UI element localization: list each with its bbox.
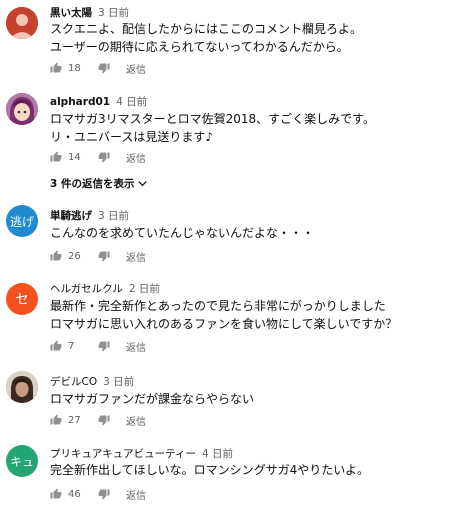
reply-button[interactable]: 返信 — [126, 150, 146, 165]
like-thumb-icon[interactable] — [50, 488, 62, 500]
author-name[interactable]: 単騎逃げ — [50, 210, 92, 222]
comment-text: ロマサガファンだが課金ならやらない — [50, 390, 254, 408]
avatar-initials: キュ — [9, 454, 34, 469]
view-replies-label: 3 件の返信を表示 — [50, 178, 135, 190]
comment-text: 最新作・完全新作とあったので見たら非常にがっかりしました ロマサガに思い入れのあ… — [50, 297, 397, 333]
avatar-initials: 逃げ — [9, 214, 34, 229]
reply-button[interactable]: 返信 — [126, 249, 146, 264]
like-thumb-icon[interactable] — [50, 62, 62, 74]
comment-text: ロマサガ3リマスターとロマ佐賀2018、すごく楽しみです。 リ・ユニバースは見送… — [50, 110, 375, 146]
dislike-thumb-icon[interactable] — [98, 414, 110, 426]
comment-text: スクエニよ、配信したからにはここのコメント欄見ろよ。 ユーザーの期待に応えられて… — [50, 20, 362, 56]
comment-actions: 14 返信 — [50, 149, 146, 165]
comment-actions: 26 返信 — [50, 248, 146, 264]
comment-header: ヘルガセルクル 2 日前 — [50, 281, 160, 296]
reply-button[interactable]: 返信 — [126, 339, 146, 354]
author-name[interactable]: alphard01 — [50, 96, 110, 108]
comment-line: 最新作・完全新作とあったので見たら非常にがっかりしました — [50, 299, 386, 313]
dislike-thumb-icon[interactable] — [98, 488, 110, 500]
timestamp[interactable]: 3 日前 — [98, 210, 129, 222]
author-name[interactable]: プリキュアキュアビューティー — [50, 448, 196, 460]
reply-button[interactable]: 返信 — [126, 61, 146, 76]
dislike-thumb-icon[interactable] — [98, 340, 110, 352]
timestamp[interactable]: 2 日前 — [129, 283, 160, 295]
timestamp[interactable]: 3 日前 — [98, 7, 129, 19]
comment-header: デビルCO 3 日前 — [50, 374, 134, 389]
timestamp[interactable]: 3 日前 — [103, 376, 134, 388]
dislike-thumb-icon[interactable] — [98, 151, 110, 163]
like-thumb-icon[interactable] — [50, 250, 62, 262]
timestamp[interactable]: 4 日前 — [202, 448, 233, 460]
comment-actions: 18 返信 — [50, 60, 146, 76]
comment-text: 完全新作出してほしいな。ロマンシングサガ4やりたいよ。 — [50, 461, 369, 479]
view-replies-button[interactable]: 3 件の返信を表示 — [50, 176, 148, 191]
comment-line: ロマサガに思い入れのあるファンを食い物にして楽しいですか？ — [50, 317, 398, 331]
comment-header: alphard01 4 日前 — [50, 94, 147, 109]
user-silhouette-icon — [6, 7, 38, 39]
dislike-thumb-icon[interactable] — [98, 62, 110, 74]
comment-line: ロマサガ3リマスターとロマ佐賀2018、すごく楽しみです。 — [50, 112, 375, 126]
like-count: 26 — [68, 250, 81, 262]
like-count: 46 — [68, 488, 81, 500]
comment-header: 黒い太陽 3 日前 — [50, 5, 129, 20]
comment-header: 単騎逃げ 3 日前 — [50, 208, 129, 223]
comment-line: スクエニよ、配信したからにはここのコメント欄見ろよ。 — [50, 22, 363, 36]
avatar-initials: セ — [15, 292, 29, 308]
avatar[interactable] — [6, 371, 38, 403]
avatar[interactable] — [6, 7, 38, 39]
avatar[interactable] — [6, 93, 38, 125]
avatar[interactable]: キュ — [6, 445, 38, 477]
comment-line: 完全新作出してほしいな。ロマンシングサガ4やりたいよ。 — [50, 463, 370, 477]
comment-actions: 7 返信 — [50, 338, 146, 354]
comment-text: こんなのを求めていたんじゃないんだよな・・・ — [50, 224, 314, 242]
like-thumb-icon[interactable] — [50, 414, 62, 426]
like-count: 18 — [68, 62, 81, 74]
like-thumb-icon[interactable] — [50, 340, 62, 352]
comment-line: こんなのを求めていたんじゃないんだよな・・・ — [50, 226, 315, 240]
comment-actions: 46 返信 — [50, 486, 146, 502]
chevron-down-icon — [138, 181, 148, 187]
dislike-thumb-icon[interactable] — [98, 250, 110, 262]
comment-line: リ・ユニバースは見送ります♪ — [50, 130, 214, 144]
like-count: 7 — [68, 340, 75, 352]
character-portrait-avatar-icon — [6, 371, 38, 403]
anime-character-avatar-icon — [6, 93, 38, 125]
like-count: 27 — [68, 414, 81, 426]
avatar[interactable]: 逃げ — [6, 205, 38, 237]
like-count: 14 — [68, 151, 81, 163]
author-name[interactable]: ヘルガセルクル — [50, 283, 123, 295]
like-thumb-icon[interactable] — [50, 151, 62, 163]
comment-actions: 27 返信 — [50, 412, 146, 428]
comment-line: ユーザーの期待に応えられてないってわかるんだから。 — [50, 40, 349, 54]
timestamp[interactable]: 4 日前 — [116, 96, 147, 108]
comment-header: プリキュアキュアビューティー 4 日前 — [50, 446, 233, 461]
comment-line: ロマサガファンだが課金ならやらない — [50, 392, 255, 406]
author-name[interactable]: デビルCO — [50, 376, 97, 388]
reply-button[interactable]: 返信 — [126, 487, 146, 502]
reply-button[interactable]: 返信 — [126, 413, 146, 428]
author-name[interactable]: 黒い太陽 — [50, 7, 92, 19]
avatar[interactable]: セ — [6, 283, 38, 315]
